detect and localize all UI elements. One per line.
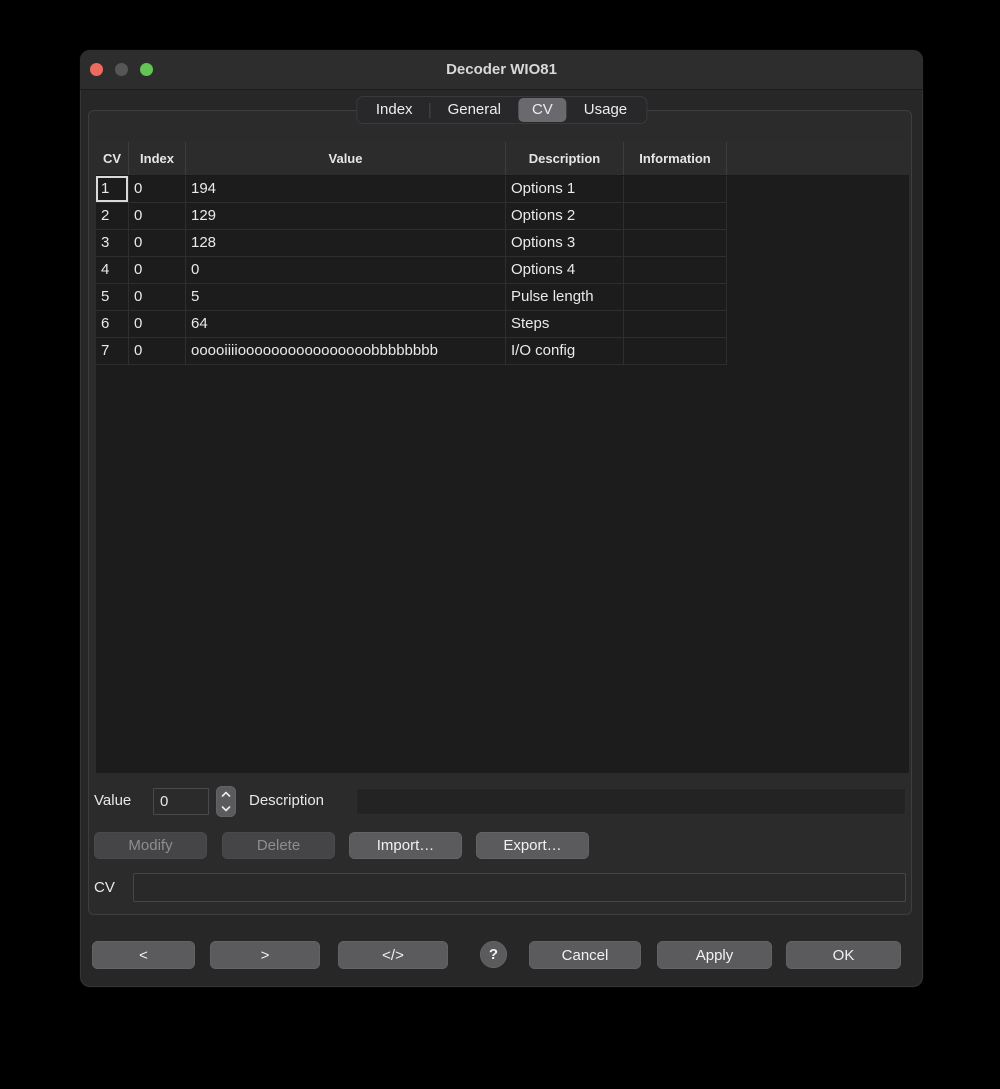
- value-label: Value: [94, 792, 131, 809]
- table-row[interactable]: 2 0 129 Options 2: [96, 203, 909, 230]
- value-input[interactable]: [153, 788, 209, 815]
- table-cell-value[interactable]: 194: [186, 176, 506, 203]
- table-cell-cv[interactable]: 3: [96, 230, 129, 257]
- table-cell-index[interactable]: 0: [129, 176, 186, 203]
- table-cell-information[interactable]: [624, 230, 727, 257]
- cv-label: CV: [94, 879, 115, 896]
- table-cell-index[interactable]: 0: [129, 203, 186, 230]
- table-cell-index[interactable]: 0: [129, 338, 186, 365]
- table-cell-description[interactable]: Options 3: [506, 230, 624, 257]
- stepper-up-icon[interactable]: [216, 786, 236, 802]
- import-button[interactable]: Import…: [349, 832, 462, 859]
- export-button[interactable]: Export…: [476, 832, 589, 859]
- description-label: Description: [249, 792, 324, 809]
- zoom-button[interactable]: [140, 63, 153, 76]
- table-cell-description[interactable]: Steps: [506, 311, 624, 338]
- title-bar[interactable]: Decoder WIO81: [80, 50, 923, 90]
- tab-cv[interactable]: CV: [518, 98, 567, 122]
- table-cell-value[interactable]: 128: [186, 230, 506, 257]
- table-cell-description[interactable]: Options 4: [506, 257, 624, 284]
- table-cell-index[interactable]: 0: [129, 230, 186, 257]
- screen-background: Decoder WIO81 Index General CV Usage CV …: [0, 0, 1000, 1089]
- table-row[interactable]: 3 0 128 Options 3: [96, 230, 909, 257]
- tab-index[interactable]: Index: [359, 98, 430, 122]
- table-cell-cv[interactable]: 4: [96, 257, 129, 284]
- column-header-information: Information: [624, 142, 727, 175]
- modify-button[interactable]: Modify: [94, 832, 207, 859]
- column-header-index: Index: [129, 142, 186, 175]
- table-row[interactable]: 7 0 ooooiiiioooooooooooooooobbbbbbbb I/O…: [96, 338, 909, 365]
- decoder-dialog-window: Decoder WIO81 Index General CV Usage CV …: [80, 50, 923, 987]
- help-button[interactable]: ?: [480, 941, 507, 968]
- table-cell-cv[interactable]: 2: [96, 203, 129, 230]
- cancel-button[interactable]: Cancel: [529, 941, 641, 969]
- column-header-description: Description: [506, 142, 624, 175]
- table-cell-cv[interactable]: 5: [96, 284, 129, 311]
- table-row[interactable]: 6 0 64 Steps: [96, 311, 909, 338]
- cv-group-box: CV Index Value Description Information 1…: [88, 110, 912, 915]
- table-cell-information[interactable]: [624, 176, 727, 203]
- table-cell-cv[interactable]: 1: [96, 176, 129, 203]
- table-cell-index[interactable]: 0: [129, 311, 186, 338]
- table-cell-information[interactable]: [624, 311, 727, 338]
- delete-button[interactable]: Delete: [222, 832, 335, 859]
- table-header: CV Index Value Description Information: [96, 142, 909, 176]
- ok-button[interactable]: OK: [786, 941, 901, 969]
- table-cell-cv[interactable]: 6: [96, 311, 129, 338]
- table-cell-value[interactable]: 5: [186, 284, 506, 311]
- previous-button[interactable]: <: [92, 941, 195, 969]
- close-button[interactable]: [90, 63, 103, 76]
- traffic-lights: [90, 63, 153, 76]
- table-cell-index[interactable]: 0: [129, 257, 186, 284]
- table-cell-information[interactable]: [624, 338, 727, 365]
- cv-input[interactable]: [133, 873, 906, 902]
- table-cell-description[interactable]: Options 1: [506, 176, 624, 203]
- next-button[interactable]: >: [210, 941, 320, 969]
- minimize-button: [115, 63, 128, 76]
- table-cell-value[interactable]: 129: [186, 203, 506, 230]
- column-header-filler: [727, 142, 909, 175]
- table-cell-information[interactable]: [624, 257, 727, 284]
- window-title: Decoder WIO81: [80, 50, 923, 90]
- table-cell-description[interactable]: Options 2: [506, 203, 624, 230]
- table-row[interactable]: 5 0 5 Pulse length: [96, 284, 909, 311]
- table-cell-description[interactable]: I/O config: [506, 338, 624, 365]
- table-cell-value[interactable]: ooooiiiioooooooooooooooobbbbbbbb: [186, 338, 506, 365]
- cv-table: CV Index Value Description Information 1…: [96, 142, 909, 773]
- table-cell-value[interactable]: 64: [186, 311, 506, 338]
- column-header-cv: CV: [96, 142, 129, 175]
- table-row[interactable]: 4 0 0 Options 4: [96, 257, 909, 284]
- table-cell-index[interactable]: 0: [129, 284, 186, 311]
- tab-general[interactable]: General: [431, 98, 518, 122]
- stepper-down-icon[interactable]: [216, 802, 236, 818]
- table-cell-information[interactable]: [624, 284, 727, 311]
- table-cell-information[interactable]: [624, 203, 727, 230]
- code-view-button[interactable]: </>: [338, 941, 448, 969]
- tab-bar: Index General CV Usage: [356, 96, 647, 124]
- table-cell-value[interactable]: 0: [186, 257, 506, 284]
- tab-usage[interactable]: Usage: [567, 98, 644, 122]
- description-input[interactable]: [356, 788, 906, 815]
- table-row[interactable]: 1 0 194 Options 1: [96, 176, 909, 203]
- table-cell-description[interactable]: Pulse length: [506, 284, 624, 311]
- apply-button[interactable]: Apply: [657, 941, 772, 969]
- column-header-value: Value: [186, 142, 506, 175]
- table-cell-cv[interactable]: 7: [96, 338, 129, 365]
- value-stepper: [216, 786, 236, 817]
